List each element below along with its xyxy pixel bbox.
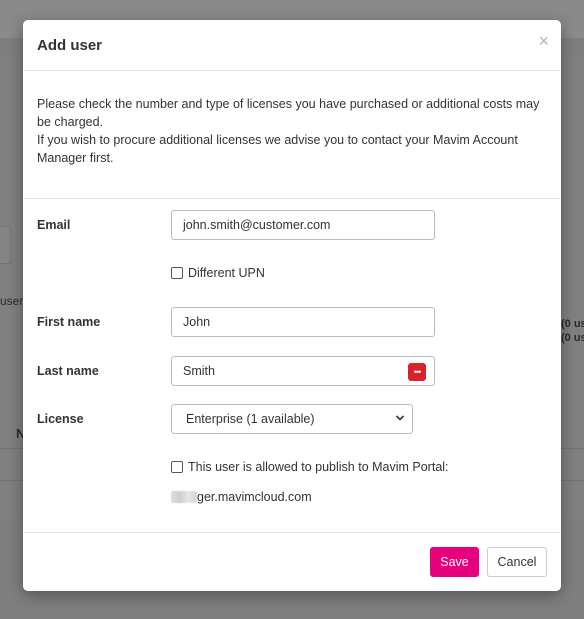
first-name-field[interactable]: John	[171, 307, 435, 337]
portal-url-text: ger.mavimcloud.com	[197, 490, 312, 504]
password-manager-icon[interactable]: •••	[408, 363, 426, 381]
redacted-prefix	[171, 491, 197, 503]
license-label: License	[37, 412, 84, 426]
different-upn-label: Different UPN	[188, 266, 265, 280]
dialog-header: Add user ×	[23, 20, 561, 71]
add-user-dialog: Add user × Please check the number and t…	[23, 20, 561, 591]
notice-text: Please check the number and type of lice…	[37, 97, 540, 129]
publish-portal-option: This user is allowed to publish to Mavim…	[171, 460, 449, 474]
license-select[interactable]: Enterprise (1 available)	[171, 404, 413, 434]
last-name-value: Smith	[183, 364, 215, 378]
notice-text: If you wish to procure additional licens…	[37, 133, 518, 165]
save-button[interactable]: Save	[430, 547, 479, 577]
different-upn-checkbox[interactable]	[171, 267, 183, 279]
publish-portal-label: This user is allowed to publish to Mavim…	[188, 460, 449, 474]
license-selected-value: Enterprise (1 available)	[186, 412, 315, 426]
portal-url: ger.mavimcloud.com	[171, 490, 312, 504]
last-name-label: Last name	[37, 364, 99, 378]
last-name-field[interactable]: Smith •••	[171, 356, 435, 386]
email-label: Email	[37, 218, 71, 232]
email-value: john.smith@customer.com	[183, 218, 331, 232]
cancel-button[interactable]: Cancel	[487, 547, 547, 577]
first-name-value: John	[183, 315, 211, 329]
license-notice: Please check the number and type of lice…	[23, 71, 561, 199]
different-upn-option: Different UPN	[171, 266, 265, 280]
dialog-title: Add user	[37, 37, 103, 54]
publish-portal-checkbox[interactable]	[171, 461, 183, 473]
chevron-down-icon	[395, 415, 405, 421]
background-count: (0 us	[561, 332, 584, 344]
email-field[interactable]: john.smith@customer.com	[171, 210, 435, 240]
first-name-label: First name	[37, 315, 101, 329]
close-icon[interactable]: ×	[538, 32, 549, 50]
background-count: (0 us	[561, 318, 584, 330]
background-tab	[0, 226, 11, 264]
dialog-footer: Save Cancel	[23, 532, 561, 592]
background-text: user	[0, 294, 24, 308]
